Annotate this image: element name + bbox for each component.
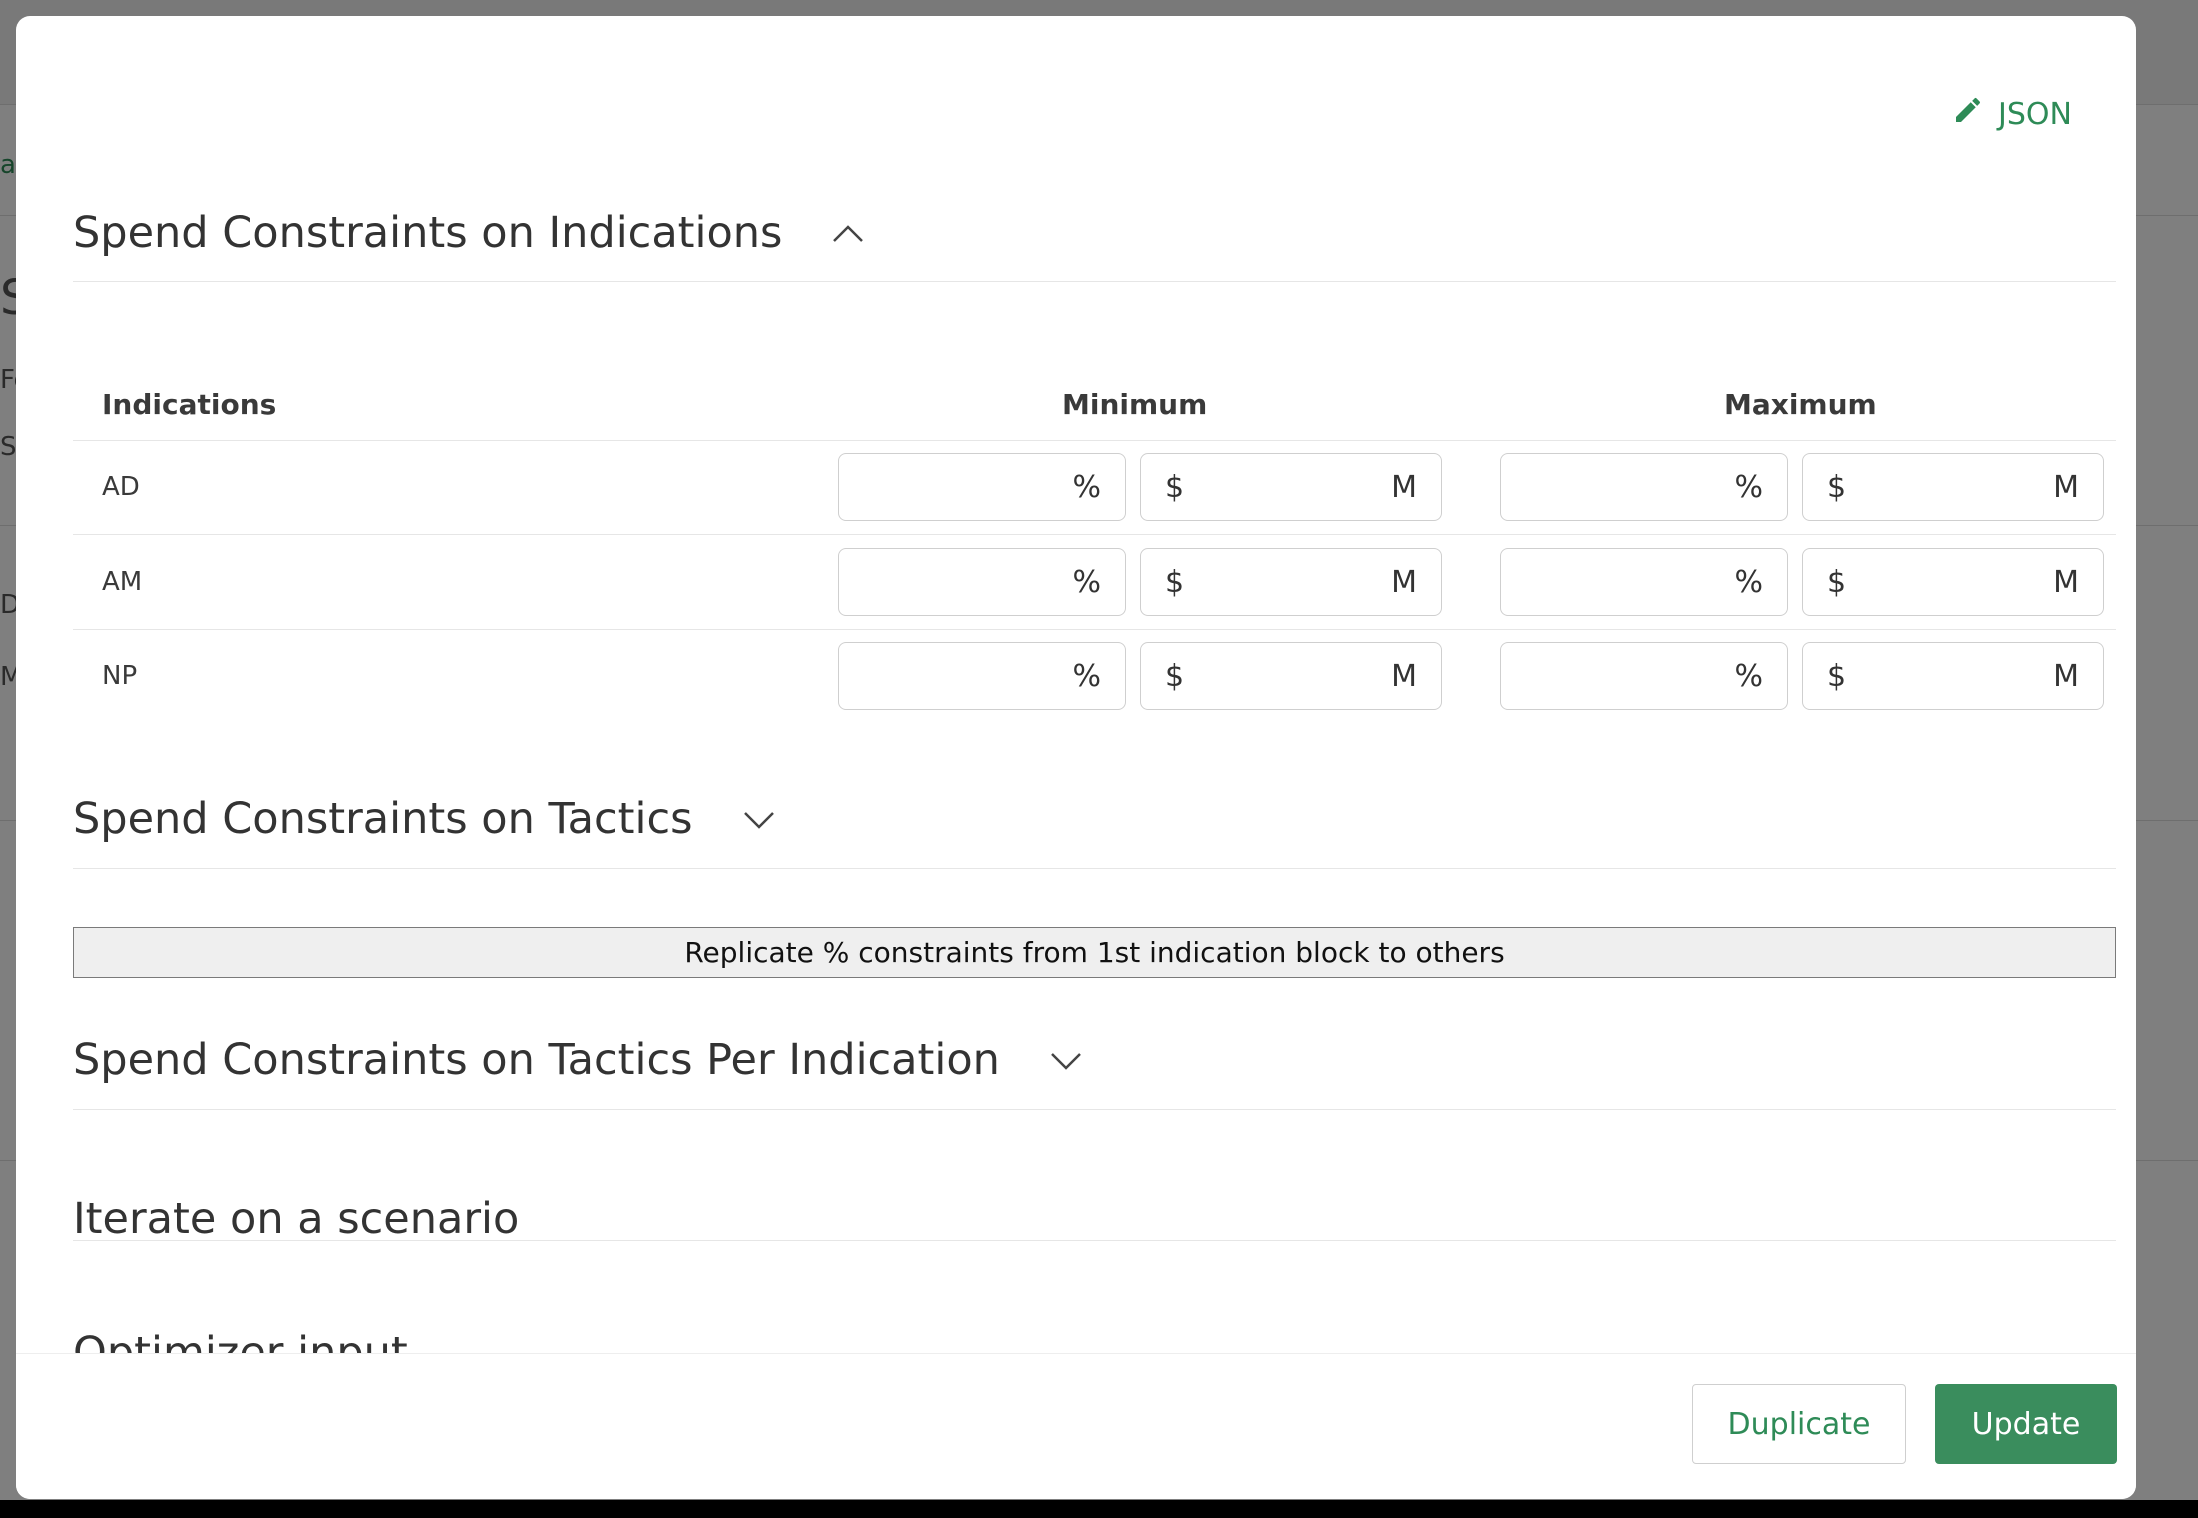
dollar-unit: $ (1165, 658, 1185, 694)
chevron-down-icon (743, 812, 774, 829)
section-divider (73, 868, 2116, 869)
percent-unit: % (1072, 564, 1101, 600)
duplicate-button[interactable]: Duplicate (1692, 1384, 1906, 1464)
min-percent-input[interactable]: % (838, 453, 1126, 521)
dollar-unit: $ (1827, 658, 1847, 694)
max-percent-input[interactable]: % (1500, 548, 1788, 616)
percent-unit: % (1734, 658, 1763, 694)
million-unit: M (2053, 658, 2079, 694)
table-row: NP % $ M % $ M (73, 629, 2116, 723)
million-unit: M (1391, 658, 1417, 694)
min-percent-input[interactable]: % (838, 642, 1126, 710)
chevron-down-icon (1051, 1053, 1081, 1070)
dollar-unit: $ (1827, 469, 1847, 505)
column-header-minimum: Minimum (1062, 388, 1208, 421)
dollar-unit: $ (1165, 469, 1185, 505)
section-divider (73, 1240, 2116, 1241)
percent-unit: % (1072, 658, 1101, 694)
section-title-optimizer: Optimizer input (73, 1328, 408, 1354)
min-dollar-input[interactable]: $ M (1140, 548, 1442, 616)
max-percent-input[interactable]: % (1500, 642, 1788, 710)
scenario-modal: JSON Spend Constraints on Indications In… (16, 16, 2136, 1499)
percent-unit: % (1734, 469, 1763, 505)
max-dollar-input[interactable]: $ M (1802, 453, 2104, 521)
table-row: AM % $ M % $ M (73, 535, 2116, 629)
million-unit: M (1391, 564, 1417, 600)
dollar-unit: $ (1827, 564, 1847, 600)
section-header-tactics-per-indication[interactable]: Spend Constraints on Tactics Per Indicat… (73, 1029, 1084, 1091)
pencil-icon (1952, 94, 1984, 134)
million-unit: M (2053, 469, 2079, 505)
indication-label: AD (102, 472, 140, 502)
replicate-constraints-button[interactable]: Replicate % constraints from 1st indicat… (73, 927, 2116, 978)
million-unit: M (1391, 469, 1417, 505)
indication-label: AM (102, 567, 143, 597)
min-percent-input[interactable]: % (838, 548, 1126, 616)
min-dollar-input[interactable]: $ M (1140, 642, 1442, 710)
max-percent-input[interactable]: % (1500, 453, 1788, 521)
section-title: Spend Constraints on Tactics Per Indicat… (73, 1035, 1000, 1085)
percent-unit: % (1072, 469, 1101, 505)
section-header-tactics[interactable]: Spend Constraints on Tactics (73, 788, 777, 850)
json-edit-button[interactable]: JSON (1952, 92, 2072, 136)
section-title-iterate: Iterate on a scenario (73, 1194, 520, 1244)
million-unit: M (2053, 564, 2079, 600)
section-header-indications[interactable]: Spend Constraints on Indications (73, 202, 866, 264)
min-dollar-input[interactable]: $ M (1140, 453, 1442, 521)
modal-footer: Duplicate Update (16, 1353, 2136, 1499)
dollar-unit: $ (1165, 564, 1185, 600)
json-button-label: JSON (1998, 96, 2072, 132)
section-divider (73, 281, 2116, 282)
chevron-up-icon (833, 225, 864, 242)
column-header-indications: Indications (102, 388, 277, 421)
update-button[interactable]: Update (1935, 1384, 2117, 1464)
section-title: Spend Constraints on Tactics (73, 794, 693, 844)
percent-unit: % (1734, 564, 1763, 600)
column-header-maximum: Maximum (1724, 388, 1877, 421)
max-dollar-input[interactable]: $ M (1802, 548, 2104, 616)
table-row: AD % $ M % $ M (73, 440, 2116, 534)
modal-body: JSON Spend Constraints on Indications In… (16, 16, 2136, 1354)
section-divider (73, 1109, 2116, 1110)
max-dollar-input[interactable]: $ M (1802, 642, 2104, 710)
section-title: Spend Constraints on Indications (73, 208, 783, 258)
indication-label: NP (102, 661, 138, 691)
